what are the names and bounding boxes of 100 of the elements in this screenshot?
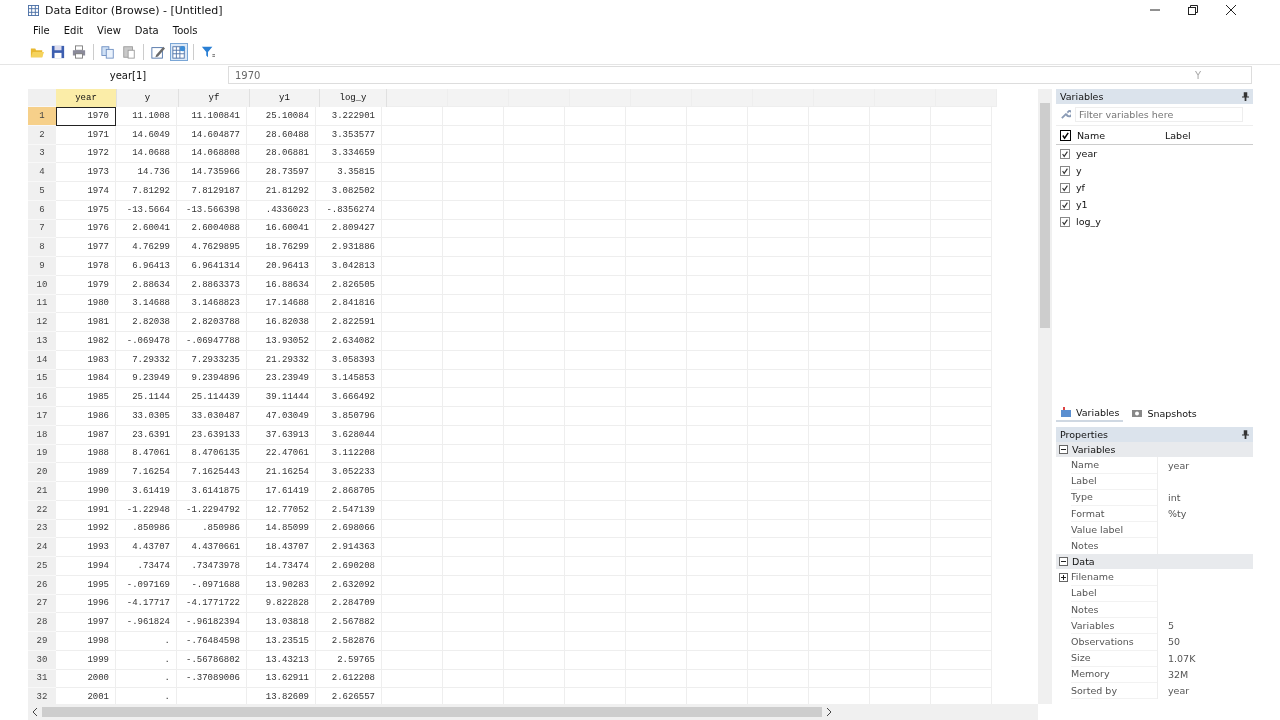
- table-cell: 1998: [56, 632, 116, 651]
- table-cell: 3.628044: [316, 425, 382, 445]
- corner-cell[interactable]: [28, 89, 56, 107]
- browse-icon[interactable]: [170, 43, 188, 61]
- save-icon[interactable]: [49, 43, 67, 61]
- table-cell: 13.62911: [247, 669, 316, 689]
- pin-icon[interactable]: [1242, 92, 1249, 101]
- row-number[interactable]: 21: [28, 482, 56, 501]
- maximize-icon[interactable]: [1188, 5, 1198, 15]
- table-cell: 1979: [56, 275, 116, 295]
- table-cell: 2.582876: [316, 632, 382, 651]
- table-cell: 14.735966: [177, 163, 247, 182]
- column-header[interactable]: yf: [179, 89, 250, 107]
- row-number[interactable]: 28: [28, 613, 56, 632]
- table-cell: 2.868705: [316, 482, 382, 501]
- checkbox[interactable]: [1060, 129, 1071, 141]
- checkbox[interactable]: [1060, 216, 1070, 227]
- variable-name[interactable]: yf: [1076, 182, 1085, 193]
- row-number[interactable]: 9: [28, 257, 56, 276]
- row-number[interactable]: 13: [28, 332, 56, 351]
- checkbox[interactable]: [1060, 182, 1070, 193]
- table-cell: 1970: [56, 107, 116, 126]
- row-number[interactable]: 17: [28, 407, 56, 426]
- variable-name[interactable]: log_y: [1076, 216, 1101, 227]
- column-header[interactable]: y: [117, 89, 179, 107]
- menu-item[interactable]: Data: [133, 22, 160, 38]
- table-cell: 1975: [56, 200, 116, 220]
- table-cell: 3.222901: [316, 107, 382, 126]
- table-cell: 13.03818: [247, 613, 316, 632]
- row-number[interactable]: 4: [28, 163, 56, 182]
- menu-item[interactable]: View: [96, 22, 122, 38]
- filter-field[interactable]: Filter variables here: [1075, 107, 1243, 122]
- checkbox[interactable]: [1060, 148, 1070, 159]
- table-cell: .: [116, 650, 177, 670]
- table-cell: 39.11444: [247, 388, 316, 407]
- row-number[interactable]: 32: [28, 688, 56, 704]
- collapse-toggle[interactable]: [1059, 445, 1068, 454]
- table-cell: 14.73474: [247, 557, 316, 576]
- variable-name[interactable]: y: [1076, 165, 1082, 176]
- table-cell: 3.353577: [316, 125, 382, 145]
- table-cell: 28.60488: [247, 125, 316, 145]
- table-cell: 7.1625443: [177, 463, 247, 482]
- table-cell: 1992: [56, 519, 116, 539]
- row-number[interactable]: 8: [28, 238, 56, 257]
- property-label: Filename: [1071, 571, 1114, 583]
- copy-icon[interactable]: [99, 43, 117, 61]
- table-cell: 14.6049: [116, 125, 177, 145]
- panel-tab[interactable]: Snapshots: [1127, 405, 1201, 421]
- expand-toggle[interactable]: [1059, 572, 1068, 582]
- row-number[interactable]: 20: [28, 463, 56, 482]
- checkbox[interactable]: [1060, 199, 1070, 210]
- horizontal-scrollbar[interactable]: [28, 704, 1038, 720]
- menu-item[interactable]: Edit: [62, 22, 85, 38]
- table-cell: 1994: [56, 557, 116, 576]
- table-cell: 9.23949: [116, 369, 177, 389]
- scroll-right-icon[interactable]: [826, 708, 832, 716]
- menu-item[interactable]: File: [32, 22, 51, 38]
- row-number[interactable]: 5: [28, 182, 56, 201]
- table-cell: 3.35815: [316, 163, 382, 182]
- column-header[interactable]: Label: [1165, 129, 1191, 141]
- table-cell: 21.16254: [247, 463, 316, 482]
- row-number[interactable]: 29: [28, 632, 56, 651]
- scroll-left-icon[interactable]: [32, 708, 38, 716]
- column-header[interactable]: log_y: [320, 89, 387, 107]
- table-cell: 2.826505: [316, 275, 382, 295]
- table-cell: 1974: [56, 182, 116, 201]
- print-icon[interactable]: [70, 43, 88, 61]
- checkbox[interactable]: [1060, 165, 1070, 176]
- row-number[interactable]: 25: [28, 557, 56, 576]
- table-icon: [1060, 406, 1072, 418]
- table-cell: -.06947788: [177, 332, 247, 351]
- close-icon[interactable]: [1226, 5, 1236, 15]
- row-number[interactable]: 12: [28, 313, 56, 332]
- menu-item[interactable]: Tools: [171, 22, 199, 38]
- table-cell: -.76484598: [177, 632, 247, 651]
- table-cell: 37.63913: [247, 425, 316, 445]
- table-cell: 7.2933235: [177, 350, 247, 370]
- table-cell: 1980: [56, 294, 116, 314]
- cell-value-field[interactable]: 1970 Y: [228, 66, 1252, 84]
- vertical-scrollbar[interactable]: [1038, 89, 1052, 704]
- table-cell: 8.47061: [116, 444, 177, 464]
- column-header[interactable]: y1: [250, 89, 320, 107]
- row-number[interactable]: 16: [28, 388, 56, 407]
- table-cell: 1971: [56, 125, 116, 145]
- paste-icon[interactable]: [120, 43, 138, 61]
- variable-name[interactable]: y1: [1076, 199, 1088, 210]
- table-cell: 1972: [56, 144, 116, 164]
- variable-name[interactable]: year: [1076, 148, 1098, 159]
- table-cell: 9.2394896: [177, 369, 247, 389]
- row-number[interactable]: 24: [28, 538, 56, 557]
- table-cell: 8.4706135: [177, 444, 247, 464]
- collapse-toggle[interactable]: [1059, 557, 1068, 567]
- pin-icon[interactable]: [1242, 430, 1249, 439]
- column-header[interactable]: Name: [1071, 129, 1165, 141]
- table-cell: 3.334659: [316, 144, 382, 164]
- table-cell: 2.60041: [116, 219, 177, 239]
- column-header[interactable]: year: [56, 89, 117, 107]
- row-number[interactable]: 1: [28, 107, 56, 126]
- property-label: Memory: [1071, 668, 1110, 680]
- panel-tab[interactable]: Variables: [1056, 404, 1124, 422]
